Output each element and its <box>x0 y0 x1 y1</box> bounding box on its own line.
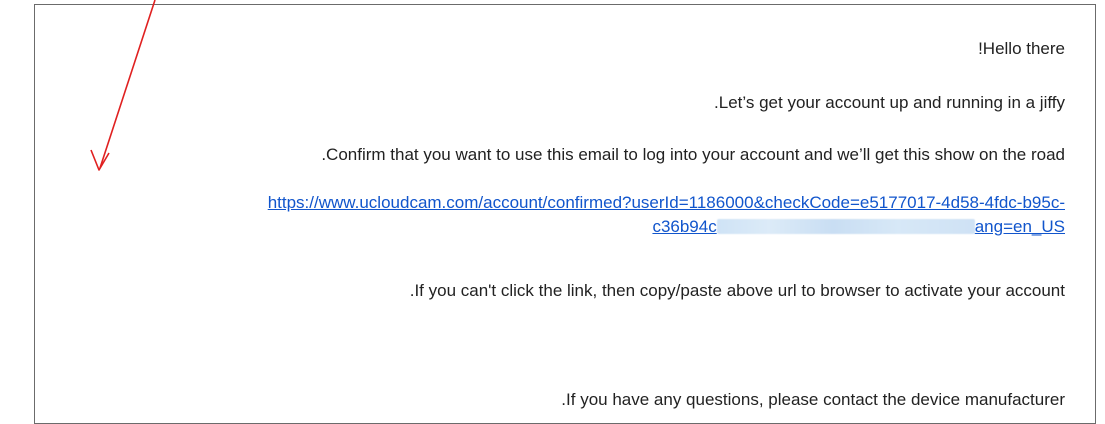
redacted-area <box>716 219 975 234</box>
confirmation-link-line2-start[interactable]: c36b94c <box>652 217 716 236</box>
confirmation-link-line1[interactable]: https://www.ucloudcam.com/account/confir… <box>268 193 1065 212</box>
email-body: !Hello there .Let’s get your account up … <box>34 4 1096 424</box>
contact-text: .If you have any questions, please conta… <box>561 390 1065 409</box>
confirmation-link[interactable]: https://www.ucloudcam.com/account/confir… <box>268 193 1065 236</box>
greeting-text: !Hello there <box>978 39 1065 58</box>
fallback-text: .If you can't click the link, then copy/… <box>409 281 1065 300</box>
confirm-text: .Confirm that you want to use this email… <box>321 145 1065 164</box>
confirmation-link-block: https://www.ucloudcam.com/account/confir… <box>55 191 1065 239</box>
intro-text: .Let’s get your account up and running i… <box>714 93 1065 112</box>
confirmation-link-line2-end[interactable]: ang=en_US <box>975 217 1065 236</box>
